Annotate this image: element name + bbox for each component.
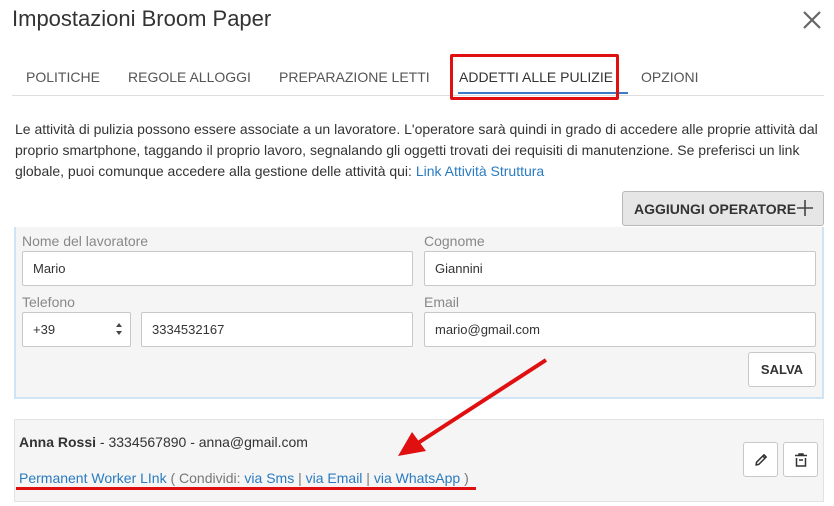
structure-tasks-link[interactable]: Link Attività Struttura (416, 163, 544, 179)
first-name-field[interactable]: Mario (22, 251, 413, 286)
add-operator-button[interactable]: AGGIUNGI OPERATORE (622, 191, 824, 226)
annotation-underline (16, 487, 476, 490)
add-operator-label: AGGIUNGI OPERATORE (634, 200, 797, 217)
phone-field[interactable]: 3334532167 (141, 312, 413, 347)
permanent-worker-link[interactable]: Permanent Worker LInk (19, 470, 167, 486)
last-name-field[interactable]: Giannini (424, 251, 816, 286)
pencil-icon (754, 453, 767, 466)
share-via-sms-link[interactable]: via Sms (244, 470, 294, 486)
share-via-email-link[interactable]: via Email (306, 470, 363, 486)
email-field[interactable]: mario@gmail.com (424, 312, 816, 347)
plus-icon (797, 200, 813, 216)
share-via-whatsapp-link[interactable]: via WhatsApp (374, 470, 460, 486)
tab-regole-alloggi[interactable]: REGOLE ALLOGGI (128, 69, 251, 85)
phone-label: Telefono (22, 294, 75, 310)
tab-politiche[interactable]: POLITICHE (26, 69, 100, 85)
worker-details: - 3334567890 - anna@gmail.com (96, 434, 308, 450)
annotation-highlight-box (450, 54, 619, 100)
last-name-label: Cognome (424, 233, 485, 249)
save-button[interactable]: SALVA (748, 352, 816, 387)
phone-prefix-select[interactable]: +39 (22, 312, 131, 347)
tab-bar: POLITICHE REGOLE ALLOGGI PREPARAZIONE LE… (12, 58, 824, 96)
trash-icon (794, 452, 807, 467)
first-name-label: Nome del lavoratore (22, 233, 149, 249)
edit-worker-button[interactable] (743, 442, 778, 477)
worker-name: Anna Rossi (19, 434, 97, 450)
close-icon[interactable] (800, 8, 824, 32)
email-label: Email (424, 294, 460, 310)
worker-info: Anna Rossi - 3334567890 - anna@gmail.com (19, 434, 308, 450)
tab-opzioni[interactable]: OPZIONI (641, 69, 699, 85)
select-arrows-icon (116, 323, 122, 335)
delete-worker-button[interactable] (783, 442, 818, 477)
description: Le attività di pulizia possono essere as… (15, 119, 825, 182)
worker-links: Permanent Worker LInk ( Condividi: via S… (19, 470, 469, 486)
tab-preparazione-letti[interactable]: PREPARAZIONE LETTI (279, 69, 430, 85)
dialog-title: Impostazioni Broom Paper (12, 6, 272, 31)
